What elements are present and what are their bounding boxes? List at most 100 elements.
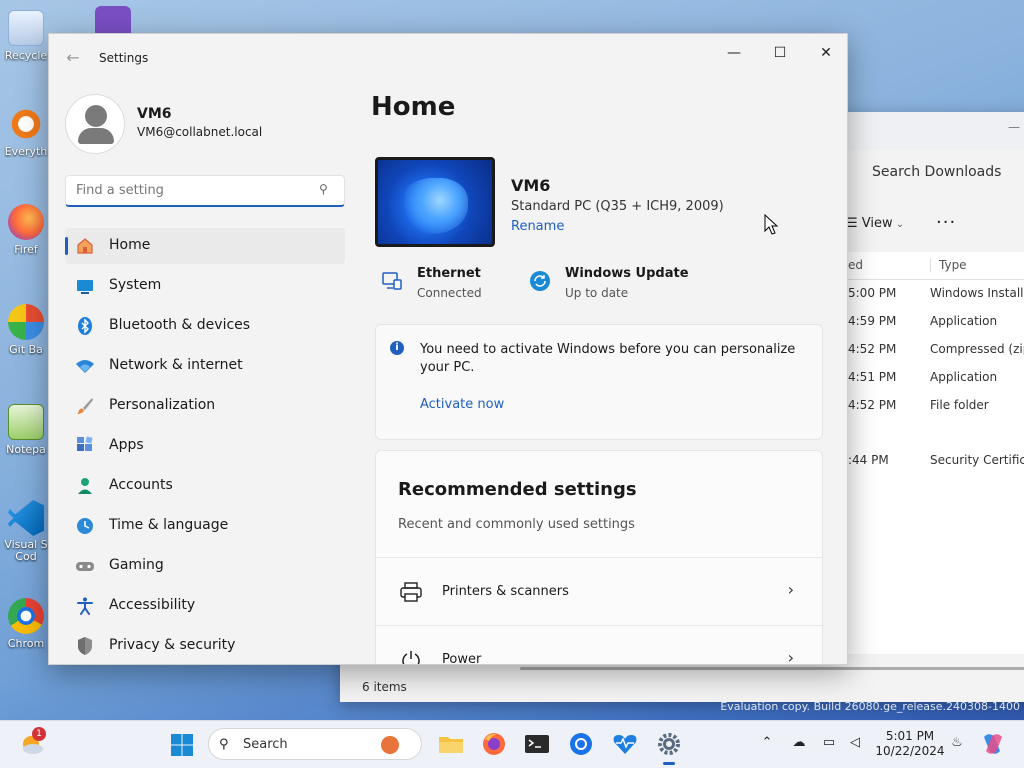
- system-clock[interactable]: 5:01 PM 10/22/2024: [870, 729, 950, 759]
- minimize-button[interactable]: —: [711, 38, 757, 68]
- taskbar-settings[interactable]: [654, 729, 684, 765]
- taskbar-search-label: Search: [243, 737, 288, 752]
- device-wallpaper-thumbnail[interactable]: [375, 157, 495, 247]
- explorer-view-button[interactable]: ☰ View ⌄: [846, 216, 904, 231]
- table-row[interactable]: 5:00 PM Windows Installer: [840, 280, 1024, 308]
- sidebar-item-label: Accessibility: [109, 597, 196, 613]
- desktop-icon-label: Firef: [14, 243, 38, 256]
- everything-search-icon: [8, 106, 44, 142]
- settings-nav: Home System Bluetooth & devices Network …: [65, 228, 345, 664]
- rename-link[interactable]: Rename: [511, 219, 564, 234]
- sidebar-item-accessibility[interactable]: Accessibility: [65, 588, 345, 624]
- taskbar-firefox[interactable]: [479, 729, 509, 759]
- activate-now-link[interactable]: Activate now: [420, 397, 504, 412]
- vscode-icon: [8, 500, 44, 536]
- table-row[interactable]: :44 PM Security Certificat: [840, 447, 1024, 475]
- taskbar-health[interactable]: [610, 729, 640, 759]
- desktop-icon-recycle-bin[interactable]: Recycle: [0, 10, 52, 62]
- copilot-icon: [984, 734, 1002, 754]
- taskbar-file-explorer[interactable]: [436, 729, 466, 759]
- column-type[interactable]: Type: [930, 258, 967, 272]
- sidebar-item-label: System: [109, 277, 162, 293]
- taskbar-chrome[interactable]: [566, 729, 596, 759]
- row-modified: :44 PM: [848, 453, 889, 467]
- close-button[interactable]: ✕: [803, 38, 847, 68]
- desktop-icon-notepad[interactable]: Notepa: [0, 404, 52, 456]
- column-date-modified[interactable]: ed: [848, 258, 863, 272]
- chevron-right-icon: ›: [787, 648, 794, 665]
- sidebar-item-bluetooth[interactable]: Bluetooth & devices: [65, 308, 345, 344]
- bell-icon[interactable]: ♨: [948, 735, 966, 753]
- explorer-search-box[interactable]: Search Downloads: [848, 156, 1024, 188]
- maximize-button[interactable]: ☐: [757, 38, 803, 68]
- settings-title-bar[interactable]: ← Settings — ☐ ✕: [49, 34, 847, 82]
- user-email: VM6@collabnet.local: [137, 125, 263, 139]
- table-row[interactable]: 4:59 PM Application: [840, 308, 1024, 336]
- view-label: View: [861, 216, 893, 231]
- sidebar-item-time-language[interactable]: Time & language: [65, 508, 345, 544]
- sidebar-item-accounts[interactable]: Accounts: [65, 468, 345, 504]
- settings-window[interactable]: ← Settings — ☐ ✕ VM6 VM6@collabnet.local…: [48, 33, 848, 665]
- windows-update-title: Windows Update: [565, 266, 689, 281]
- chevron-down-icon: ⌄: [892, 219, 905, 230]
- sidebar-item-home[interactable]: Home: [65, 228, 345, 264]
- person-icon: [78, 478, 92, 494]
- notification-badge: 1: [32, 727, 46, 741]
- sidebar-item-label: Privacy & security: [109, 637, 236, 653]
- windows-update-state: Up to date: [565, 286, 629, 300]
- recommended-subtitle: Recent and commonly used settings: [398, 517, 635, 532]
- desktop-icon-firefox[interactable]: Firef: [0, 204, 52, 256]
- git-bash-icon: [8, 304, 44, 340]
- taskbar-copilot[interactable]: [978, 729, 1008, 759]
- volume-icon[interactable]: ◁: [846, 735, 864, 753]
- sidebar-item-personalization[interactable]: Personalization: [65, 388, 345, 424]
- explorer-horizontal-scrollbar[interactable]: [520, 667, 1024, 670]
- explorer-more-button[interactable]: ···: [936, 212, 956, 233]
- desktop-icon-chrome[interactable]: Chrom: [0, 598, 52, 650]
- view-icon: ☰: [846, 216, 862, 231]
- sidebar-item-system[interactable]: System: [65, 268, 345, 304]
- row-modified: 4:59 PM: [848, 314, 897, 328]
- sidebar-item-gaming[interactable]: Gaming: [65, 548, 345, 584]
- chevron-up-icon[interactable]: ⌃: [758, 735, 776, 753]
- window-title: Settings: [99, 51, 149, 65]
- desktop-icon-label: Recycle: [4, 49, 48, 62]
- start-button[interactable]: [170, 733, 194, 757]
- recommended-title: Recommended settings: [398, 479, 637, 500]
- desktop-icon-label: Git Ba: [9, 343, 43, 356]
- info-icon: i: [390, 341, 404, 355]
- recommended-item-power[interactable]: Power ›: [376, 625, 822, 665]
- chrome-icon: [8, 598, 44, 634]
- recommended-item-printers[interactable]: Printers & scanners ›: [376, 557, 822, 625]
- bluetooth-icon: [78, 317, 92, 335]
- activation-notice-card: i You need to activate Windows before yo…: [375, 324, 823, 440]
- taskbar-terminal[interactable]: [522, 729, 552, 759]
- taskbar-search[interactable]: ⚲ Search: [208, 728, 422, 760]
- find-setting-input[interactable]: [65, 175, 345, 207]
- taskbar: 1 ⚲ Search ⌃ ☁ ▭ ◁ 5:01 PM 10/22/2024 ♨: [0, 720, 1024, 768]
- sidebar-item-label: Apps: [109, 437, 144, 453]
- sidebar-item-label: Personalization: [109, 397, 216, 413]
- desktop-icon-git-bash[interactable]: Git Ba: [0, 304, 52, 356]
- table-row[interactable]: 4:51 PM Application: [840, 364, 1024, 392]
- gamepad-icon: [76, 562, 94, 571]
- table-row[interactable]: 4:52 PM Compressed (zipp: [840, 336, 1024, 364]
- desktop-icon-label: Visual S Cod: [4, 539, 48, 563]
- onedrive-icon[interactable]: ☁: [790, 735, 808, 753]
- desktop-icon-vscode[interactable]: Visual S Cod: [0, 500, 52, 563]
- page-title: Home: [371, 92, 456, 122]
- network-icon[interactable]: ▭: [820, 735, 838, 753]
- sidebar-item-privacy-security[interactable]: Privacy & security: [65, 628, 345, 664]
- brush-icon: [77, 398, 93, 414]
- desktop-icon-everything[interactable]: Everyth: [0, 106, 52, 158]
- row-type: Application: [930, 370, 998, 384]
- explorer-status-bar: 6 items: [362, 680, 407, 694]
- sidebar-item-network[interactable]: Network & internet: [65, 348, 345, 384]
- back-button[interactable]: ←: [63, 48, 83, 68]
- sidebar-item-apps[interactable]: Apps: [65, 428, 345, 464]
- explorer-close-icon[interactable]: —: [1008, 120, 1020, 134]
- clock-globe-icon: [77, 518, 93, 534]
- table-row[interactable]: 4:52 PM File folder: [840, 392, 1024, 420]
- power-icon: [402, 651, 420, 664]
- sidebar-item-label: Gaming: [109, 557, 164, 573]
